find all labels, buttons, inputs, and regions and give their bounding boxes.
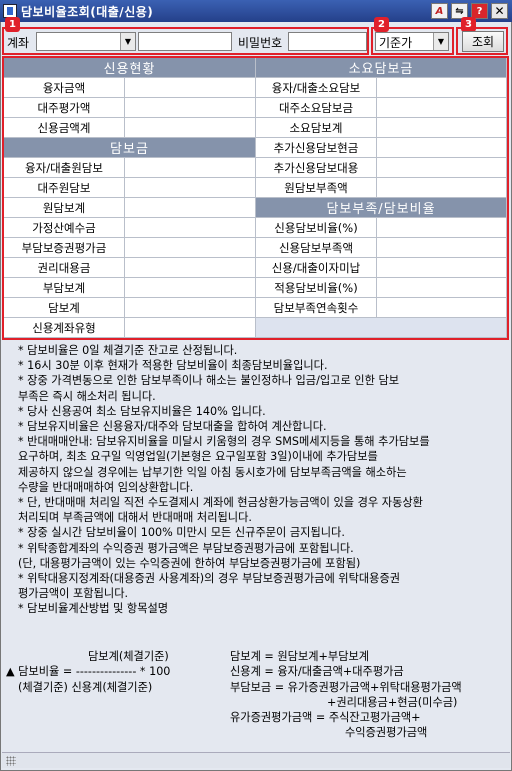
badge-3: 3 — [461, 17, 476, 32]
row-label: 융자/대출원담보 — [4, 158, 125, 178]
empty-filler — [256, 318, 507, 338]
password-input[interactable] — [288, 32, 367, 51]
row-value — [377, 98, 507, 118]
row-value — [377, 78, 507, 98]
note-line: 제공하지 않으실 경우에는 납부기한 익일 아침 동시호가에 담보부족금액을 해… — [18, 465, 407, 479]
row-label: 가정산예수금 — [4, 218, 125, 238]
note-line: * 담보비율은 0일 체결기준 잔고로 산정됩니다. — [18, 344, 238, 357]
note-line: * 위탁대용지정계좌(대용증권 사용계좌)의 경우 부담보증권평가금에 위탁대용… — [18, 572, 401, 586]
row-value — [377, 178, 507, 198]
close-button[interactable]: ✕ — [491, 3, 508, 19]
formula-def4b: 수익증권평가금액 — [345, 726, 428, 739]
row-value — [125, 178, 256, 198]
note-line: * 담보유지비율은 신용융자/대주와 담보대출을 합하여 계산합니다. — [18, 420, 327, 434]
section-collateral: 담보금 — [4, 138, 256, 158]
row-label: 신용금액계 — [4, 118, 125, 138]
account-name-field — [138, 32, 232, 51]
title-bar: 담보비율조회(대출/신용) A ⇋ ? ✕ — [0, 0, 512, 22]
row-value — [377, 238, 507, 258]
badge-1: 1 — [5, 17, 20, 32]
row-label: 추가신용담보대용 — [256, 158, 377, 178]
row-label: 신용계좌유형 — [4, 318, 125, 338]
note-line: 수량을 반대매매하여 임의상환합니다. — [18, 480, 194, 494]
section-required-collateral: 소요담보금 — [256, 58, 507, 78]
font-size-button[interactable]: A — [431, 3, 448, 19]
formula-numerator: 담보계(체결기준) — [88, 650, 169, 663]
row-value — [125, 298, 256, 318]
row-value — [377, 218, 507, 238]
row-label: 추가신용담보현금 — [256, 138, 377, 158]
formula-def1: 담보계 = 원담보계+부담보계 — [230, 650, 370, 663]
note-line: * 장중 실시간 담보비율이 100% 미만시 모든 신규주문이 금지됩니다. — [18, 526, 345, 540]
account-label: 계좌 — [7, 36, 30, 50]
row-value — [377, 138, 507, 158]
formula-def3a: 부담보금 = 유가증권평가금액+위탁대용평가금액 — [230, 681, 462, 694]
row-label: 권리대용금 — [4, 258, 125, 278]
row-label: 적용담보비율(%) — [256, 278, 377, 298]
formula-def2: 신용계 = 융자/대출금액+대주평가금 — [230, 665, 404, 678]
row-value — [125, 78, 256, 98]
chevron-down-icon[interactable]: ▼ — [120, 33, 135, 50]
row-label: 원담보계 — [4, 198, 125, 218]
row-label: 대주평가액 — [4, 98, 125, 118]
note-line: * 16시 30분 이후 현재가 적용한 담보비율이 최종담보비율입니다. — [18, 359, 328, 373]
row-value — [377, 298, 507, 318]
row-value — [125, 318, 256, 338]
row-label: 신용/대출이자미납 — [256, 258, 377, 278]
account-input[interactable]: ▼ — [36, 32, 136, 51]
row-value — [377, 158, 507, 178]
note-line: 요구하며, 최초 요구일 익영업일(기본형은 요구일포함 3일)이내에 추가담보… — [18, 450, 378, 464]
note-line: (단, 대용평가금액이 있는 수익증권에 한하여 부담보증권평가금에 포함됨) — [18, 556, 361, 570]
row-label: 담보부족연속횟수 — [256, 298, 377, 318]
row-value — [125, 98, 256, 118]
row-value — [125, 238, 256, 258]
row-value — [125, 218, 256, 238]
note-line: * 장중 가격변동으로 인한 담보부족이나 해소는 불인정하나 입금/입고로 인… — [18, 374, 400, 388]
note-line: * 당사 신용공여 최소 담보유지비율은 140% 입니다. — [18, 404, 266, 418]
row-label: 신용담보부족액 — [256, 238, 377, 258]
formula-def3b: +권리대용금+현금(미수금) — [327, 696, 458, 709]
row-value — [125, 278, 256, 298]
badge-2: 2 — [374, 17, 389, 32]
row-label: 대주소요담보금 — [256, 98, 377, 118]
row-label: 부담보계 — [4, 278, 125, 298]
row-value — [377, 118, 507, 138]
formula-denominator: (체결기준) 신용계(체결기준) — [18, 681, 153, 694]
section-credit-status: 신용현황 — [4, 58, 256, 78]
status-bar — [2, 752, 510, 768]
row-label: 융자금액 — [4, 78, 125, 98]
formula-def4a: 유가증권평가금액 = 주식잔고평가금액+ — [230, 711, 421, 724]
row-label: 융자/대출소요담보 — [256, 78, 377, 98]
app-icon — [3, 4, 17, 18]
lookup-button[interactable]: 조회 — [462, 31, 504, 52]
password-label: 비밀번호 — [238, 36, 283, 50]
chevron-down-icon[interactable]: ▼ — [433, 33, 448, 50]
row-label: 신용담보비율(%) — [256, 218, 377, 238]
row-value — [125, 258, 256, 278]
note-line: * 담보비율계산방법 및 항목설명 — [18, 602, 169, 616]
row-value — [125, 118, 256, 138]
row-label: 대주원담보 — [4, 178, 125, 198]
row-value — [125, 198, 256, 218]
note-line: 평가금액이 포함됩니다. — [18, 587, 129, 601]
price-basis-select[interactable]: 기준가 ▼ — [375, 32, 449, 51]
row-label: 원담보부족액 — [256, 178, 377, 198]
row-label: 담보계 — [4, 298, 125, 318]
section-shortfall-ratio: 담보부족/담보비율 — [256, 198, 507, 218]
row-value — [377, 258, 507, 278]
row-value — [377, 278, 507, 298]
formula-ratio: ▲ 담보비율 = --------------- * 100 — [6, 665, 171, 678]
window-title: 담보비율조회(대출/신용) — [21, 4, 154, 19]
note-line: * 위탁종합계좌의 수익증권 평가금액은 부담보증권평가금에 포함됩니다. — [18, 541, 354, 555]
row-label: 부담보증권평가금 — [4, 238, 125, 258]
resize-grip-icon[interactable] — [6, 756, 16, 766]
row-value — [125, 158, 256, 178]
row-label: 소요담보계 — [256, 118, 377, 138]
note-line: * 단, 반대매매 처리일 직전 수도결제시 계좌에 현금상환가능금액이 있을 … — [18, 496, 423, 510]
notes-section: * 담보비율은 0일 체결기준 잔고로 산정됩니다. * 16시 30분 이후 현… — [6, 343, 506, 617]
note-line: 부족은 즉시 해소처리 됩니다. — [18, 389, 156, 403]
note-line: * 반대매매안내: 담보유지비율을 미달시 키움형의 경우 SMS메세지등을 통… — [18, 435, 430, 449]
note-line: 처리되며 부족금액에 대해서 반대매매 처리됩니다. — [18, 511, 252, 525]
